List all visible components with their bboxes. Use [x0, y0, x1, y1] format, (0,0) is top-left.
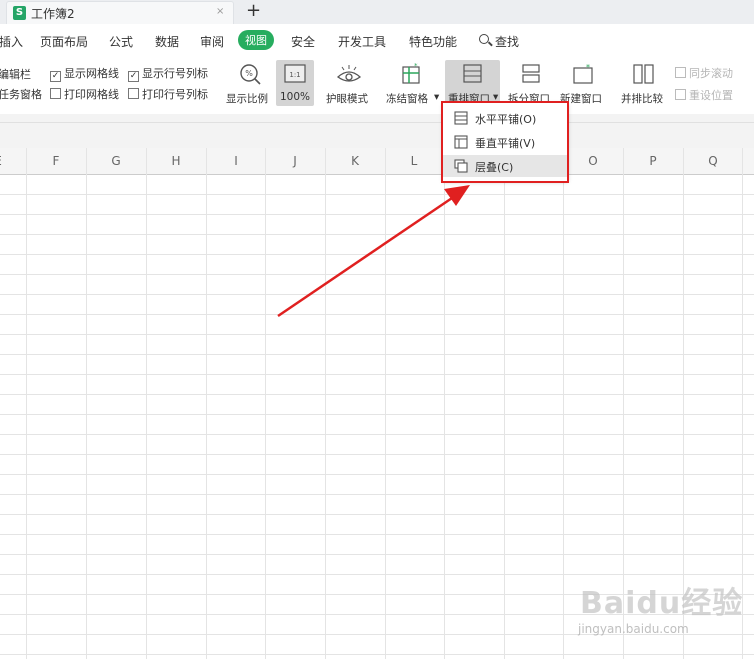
watermark-logo: Baidu经验	[580, 586, 744, 621]
watermark-url: jingyan.baidu.com	[578, 622, 689, 636]
annotation-arrow-icon	[277, 185, 470, 318]
